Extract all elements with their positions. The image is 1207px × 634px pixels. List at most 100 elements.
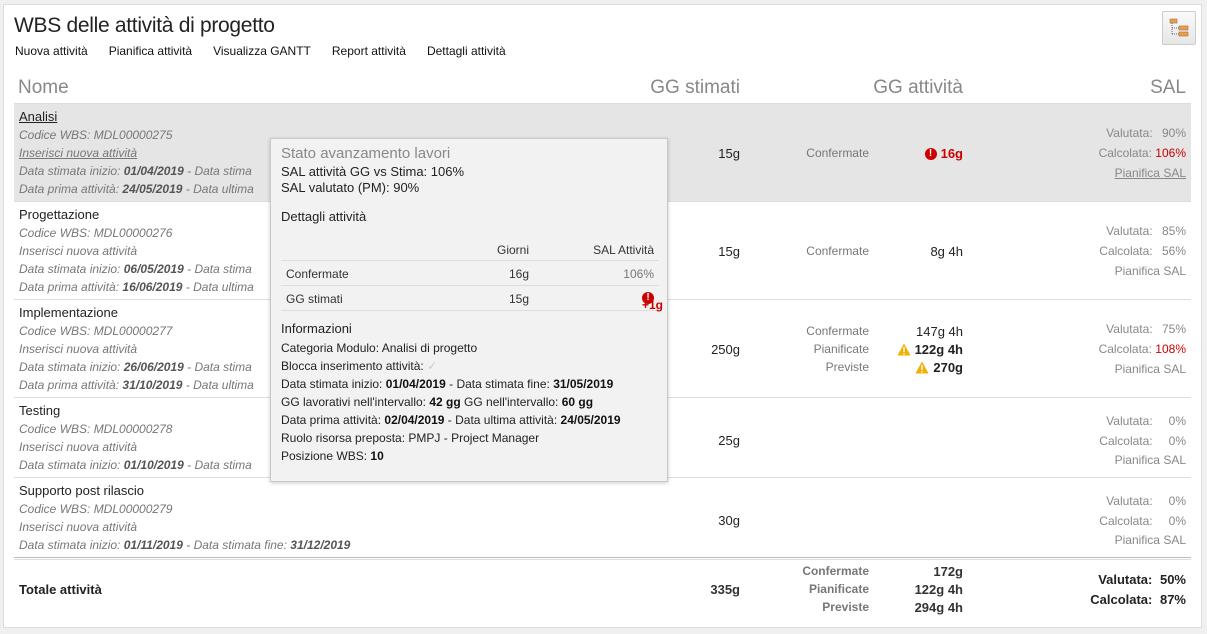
pianifica-sal-link[interactable]: Pianifica SAL <box>1115 166 1186 180</box>
insert-activity-link[interactable]: Inserisci nuova attività <box>19 146 137 160</box>
row-activity-dates: Data prima attività: 31/10/2019 - Data u… <box>19 378 254 392</box>
tooltip-details-title: Dettagli attività <box>281 209 367 224</box>
row-days: 16g <box>508 267 529 281</box>
info-date-attivita: Data prima attività: 02/04/2019 - Data u… <box>281 413 621 427</box>
sal-valutata: Valutata: 85% <box>1106 224 1186 238</box>
totals-calcolata: Calcolata: 87% <box>1090 592 1186 607</box>
report-attivita-link[interactable]: Report attività <box>332 44 406 58</box>
row-activity-dates: Data prima attività: 24/05/2019 - Data u… <box>19 182 254 196</box>
wbs-row-supporto[interactable]: Supporto post rilascio Codice WBS: MDL00… <box>14 478 1191 557</box>
nuova-attivita-link[interactable]: Nuova attività <box>15 44 88 58</box>
act-value: 122g 4h <box>897 342 963 357</box>
warning-icon <box>897 343 911 356</box>
table-header: Giorni SAL Attività <box>281 237 659 261</box>
col-sal-attivita: SAL Attività <box>593 243 654 257</box>
tooltip-sal-pm: SAL valutato (PM): 90% <box>281 180 420 195</box>
insert-activity-link[interactable]: Inserisci nuova attività <box>19 440 137 454</box>
tree-view-icon <box>1169 18 1189 37</box>
sal-calcolata: Calcolata: 0% <box>1099 514 1186 528</box>
col-header-sal: SAL <box>1150 77 1186 98</box>
sal-calcolata: Calcolata: 56% <box>1099 244 1186 258</box>
totals-divider <box>14 557 1191 558</box>
row-name[interactable]: Testing <box>19 403 60 418</box>
info-date-stimate: Data stimata inizio: 01/04/2019 - Data s… <box>281 377 614 391</box>
pianifica-sal-link[interactable]: Pianifica SAL <box>1115 453 1186 467</box>
insert-activity-link[interactable]: Inserisci nuova attività <box>19 244 137 258</box>
sal-calcolata: Calcolata: 106% <box>1098 146 1186 160</box>
act-label: Pianificate <box>813 342 869 356</box>
act-label: Confermate <box>806 244 869 258</box>
row-code: Codice WBS: MDL00000275 <box>19 128 173 142</box>
info-gg-intervallo: GG lavorativi nell'intervallo: 42 gg GG … <box>281 395 594 409</box>
row-days: 15g <box>508 292 529 306</box>
sal-valutata: Valutata: 75% <box>1106 322 1186 336</box>
row-dates: Data stimata inizio: 26/06/2019 - Data s… <box>19 360 252 374</box>
act-label: Confermate <box>806 324 869 338</box>
info-categoria: Categoria Modulo: Analisi di progetto <box>281 341 478 355</box>
act-value: ! 16g <box>924 146 963 161</box>
visualizza-gantt-link[interactable]: Visualizza GANTT <box>213 44 311 58</box>
sal-calcolata: Calcolata: 0% <box>1099 434 1186 448</box>
totals-act-label: Previste <box>822 600 869 614</box>
row-name[interactable]: Analisi <box>19 109 57 124</box>
pianifica-sal-link[interactable]: Pianifica SAL <box>1115 362 1186 376</box>
tooltip-info-title: Informazioni <box>281 321 352 336</box>
pianifica-sal-link[interactable]: Pianifica SAL <box>1115 264 1186 278</box>
act-label: Confermate <box>806 146 869 160</box>
totals-act-value: 294g 4h <box>914 600 963 615</box>
tree-view-button[interactable] <box>1162 11 1196 45</box>
row-label: Confermate <box>286 267 349 281</box>
totals-act-label: Pianificate <box>808 582 869 596</box>
page-title: WBS delle attività di progetto <box>14 14 275 37</box>
info-blocca: Blocca inserimento attività: ✓ <box>281 359 438 373</box>
row-dates: Data stimata inizio: 06/05/2019 - Data s… <box>19 262 252 276</box>
row-name[interactable]: Progettazione <box>19 207 99 222</box>
table-row: Confermate 16g 106% <box>281 261 659 286</box>
row-name[interactable]: Implementazione <box>19 305 118 320</box>
sal-tooltip: Stato avanzamento lavori SAL attività GG… <box>270 138 668 482</box>
gg-stimati-value: 30g <box>718 513 740 528</box>
totals-label: Totale attività <box>19 582 102 597</box>
tooltip-title: Stato avanzamento lavori <box>281 145 451 162</box>
act-value: 147g 4h <box>916 324 963 339</box>
row-sal: 106% <box>623 267 654 281</box>
row-code: Codice WBS: MDL00000276 <box>19 226 173 240</box>
row-code: Codice WBS: MDL00000279 <box>19 502 173 516</box>
tooltip-details-table: Giorni SAL Attività Confermate 16g 106% … <box>281 237 664 312</box>
gg-stimati-value: 15g <box>718 146 740 161</box>
totals-act-value: 122g 4h <box>914 582 963 597</box>
info-posizione: Posizione WBS: 10 <box>281 449 384 463</box>
row-sal: ! +1g <box>642 292 664 312</box>
sal-valutata: Valutata: 90% <box>1106 126 1186 140</box>
dettagli-attivita-link[interactable]: Dettagli attività <box>427 44 506 58</box>
totals-valutata: Valutata: 50% <box>1098 572 1186 587</box>
row-code: Codice WBS: MDL00000277 <box>19 324 173 338</box>
row-dates: Data stimata inizio: 01/10/2019 - Data s… <box>19 458 252 472</box>
totals-divider <box>14 559 1191 560</box>
row-dates: Data stimata inizio: 01/11/2019 - Data s… <box>19 538 351 552</box>
col-header-gg-stimati: GG stimati <box>650 77 740 98</box>
row-dates: Data stimata inizio: 01/04/2019 - Data s… <box>19 164 252 178</box>
act-value: 8g 4h <box>930 244 963 259</box>
warning-icon <box>915 361 929 374</box>
table-row: GG stimati 15g ! +1g <box>281 286 664 312</box>
pianifica-attivita-link[interactable]: Pianifica attività <box>109 44 192 58</box>
tooltip-sal-gg: SAL attività GG vs Stima: 106% <box>281 164 465 179</box>
row-code: Codice WBS: MDL00000278 <box>19 422 173 436</box>
totals-act-label: Confermate <box>802 564 869 578</box>
act-value: 270g <box>915 360 963 375</box>
sal-valutata: Valutata: 0% <box>1106 414 1186 428</box>
sal-valutata: Valutata: 0% <box>1106 494 1186 508</box>
col-giorni: Giorni <box>496 243 529 257</box>
sal-calcolata: Calcolata: 108% <box>1098 342 1186 356</box>
error-icon: ! <box>924 147 937 160</box>
insert-activity-link[interactable]: Inserisci nuova attività <box>19 342 137 356</box>
row-name[interactable]: Supporto post rilascio <box>19 483 144 498</box>
gg-stimati-value: 250g <box>711 342 740 357</box>
insert-activity-link[interactable]: Inserisci nuova attività <box>19 520 137 534</box>
row-label: GG stimati <box>286 292 343 306</box>
act-label: Previste <box>825 360 869 374</box>
col-header-nome: Nome <box>18 77 69 98</box>
gg-stimati-value: 15g <box>718 244 740 259</box>
pianifica-sal-link[interactable]: Pianifica SAL <box>1115 533 1186 547</box>
